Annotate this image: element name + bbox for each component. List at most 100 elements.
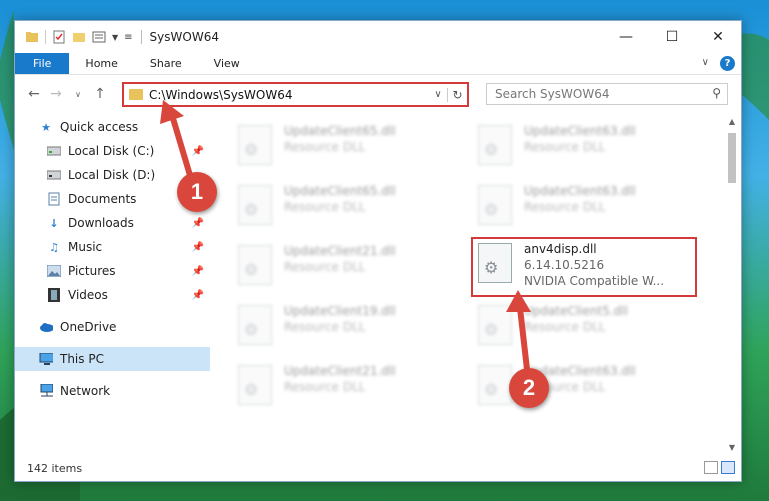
- dll-file-icon: ⚙: [478, 185, 512, 225]
- computer-icon: [39, 352, 53, 366]
- properties-icon[interactable]: [52, 30, 66, 44]
- up-arrow-icon[interactable]: ↑: [89, 86, 111, 102]
- gear-icon: ⚙: [484, 200, 499, 219]
- sidebar-item-label: This PC: [60, 352, 104, 366]
- sidebar-item-pictures[interactable]: Pictures 📌: [15, 259, 210, 283]
- dll-file-icon: ⚙: [238, 125, 272, 165]
- close-button[interactable]: ✕: [695, 21, 741, 53]
- sidebar-item-onedrive[interactable]: OneDrive: [15, 315, 210, 339]
- search-placeholder: Search SysWOW64: [495, 87, 610, 101]
- file-type: Resource DLL: [524, 320, 606, 334]
- file-name: UpdateClient63.dll: [524, 184, 636, 198]
- file-item[interactable]: ⚙ UpdateClient5.dll Resource DLL: [478, 303, 698, 355]
- network-icon: [39, 384, 53, 398]
- videos-icon: [47, 288, 61, 302]
- gear-icon: ⚙: [484, 380, 499, 399]
- file-name: UpdateClient21.dll: [284, 364, 396, 378]
- dll-file-icon: ⚙: [238, 365, 272, 405]
- forward-arrow-icon[interactable]: →: [45, 86, 67, 102]
- folder-icon[interactable]: [25, 30, 39, 44]
- address-bar[interactable]: C:\Windows\SysWOW64 ∨ ↻: [122, 82, 469, 107]
- view-switcher: [704, 461, 735, 474]
- sidebar-item-music[interactable]: ♫ Music 📌: [15, 235, 210, 259]
- ribbon-tabs: File Home Share View ∨ ?: [15, 53, 741, 75]
- sidebar-item-label: Downloads: [68, 216, 134, 230]
- drive-icon: [47, 168, 61, 182]
- file-item[interactable]: ⚙ UpdateClient65.dll Resource DLL: [238, 123, 458, 175]
- gear-icon: ⚙: [244, 380, 259, 399]
- file-item[interactable]: ⚙ UpdateClient21.dll Resource DLL: [238, 243, 458, 295]
- details-view-icon[interactable]: [704, 461, 718, 474]
- sidebar-item-videos[interactable]: Videos 📌: [15, 283, 210, 307]
- new-folder-icon[interactable]: [72, 30, 86, 44]
- tab-home[interactable]: Home: [69, 53, 133, 74]
- search-input[interactable]: Search SysWOW64 ⚲: [486, 83, 728, 105]
- chevron-down-icon[interactable]: ▼: [112, 33, 118, 42]
- file-type: Resource DLL: [284, 140, 366, 154]
- file-type: Resource DLL: [524, 200, 606, 214]
- folder-icon: [129, 89, 143, 100]
- customize-toolbar-icon[interactable]: [92, 30, 106, 44]
- music-icon: ♫: [49, 240, 59, 254]
- file-item[interactable]: ⚙ UpdateClient21.dll Resource DLL: [238, 363, 458, 415]
- back-arrow-icon[interactable]: ←: [23, 86, 45, 102]
- tab-view[interactable]: View: [198, 53, 256, 74]
- gear-icon: ⚙: [484, 320, 499, 339]
- sidebar-item-label: Music: [68, 240, 103, 254]
- sidebar-item-label: Quick access: [60, 120, 139, 134]
- address-path[interactable]: C:\Windows\SysWOW64: [149, 88, 429, 102]
- pictures-icon: [47, 264, 61, 278]
- quick-access-toolbar: ▼ ≡: [15, 30, 133, 44]
- step-badge-2: 2: [509, 368, 549, 408]
- vertical-scrollbar[interactable]: ▲ ▼: [725, 115, 739, 455]
- dll-file-icon: ⚙: [238, 305, 272, 345]
- drive-icon: [47, 144, 61, 158]
- tab-share[interactable]: Share: [134, 53, 198, 74]
- sidebar-item-quick-access[interactable]: ★ Quick access: [15, 115, 210, 139]
- scroll-down-icon[interactable]: ▼: [725, 441, 739, 455]
- sidebar-item-label: Local Disk (C:): [68, 144, 155, 158]
- search-icon[interactable]: ⚲: [712, 86, 721, 100]
- expand-ribbon-icon[interactable]: ∨: [702, 57, 709, 68]
- file-name: UpdateClient19.dll: [284, 304, 396, 318]
- sidebar-item-label: Local Disk (D:): [68, 168, 156, 182]
- file-type: Resource DLL: [284, 320, 366, 334]
- sidebar-item-local-disk-c[interactable]: Local Disk (C:) 📌: [15, 139, 210, 163]
- scroll-up-icon[interactable]: ▲: [725, 115, 739, 129]
- pin-icon: 📌: [191, 241, 204, 253]
- sidebar-item-downloads[interactable]: ↓ Downloads 📌: [15, 211, 210, 235]
- sidebar-item-label: Pictures: [68, 264, 116, 278]
- sidebar-item-network[interactable]: Network: [15, 379, 210, 403]
- help-icon[interactable]: ?: [720, 56, 735, 71]
- gear-icon: ⚙: [484, 140, 499, 159]
- recent-locations-icon[interactable]: ∨: [67, 90, 89, 99]
- file-item[interactable]: ⚙ UpdateClient19.dll Resource DLL: [238, 303, 458, 355]
- file-type: Resource DLL: [284, 260, 366, 274]
- item-count: 142 items: [27, 461, 83, 475]
- sidebar-item-this-pc[interactable]: This PC: [15, 347, 210, 371]
- documents-icon: [47, 192, 61, 206]
- tab-file[interactable]: File: [15, 53, 70, 74]
- gear-icon: ⚙: [244, 140, 259, 159]
- navigation-pane: ★ Quick access Local Disk (C:) 📌 Local D…: [15, 115, 210, 445]
- pin-toolbar-icon[interactable]: ≡: [124, 32, 132, 43]
- refresh-icon[interactable]: ↻: [447, 87, 467, 102]
- highlight-box: [471, 237, 697, 297]
- scroll-thumb[interactable]: [728, 133, 736, 183]
- pin-icon: 📌: [191, 265, 204, 277]
- file-item[interactable]: ⚙ UpdateClient63.dll Resource DLL: [478, 183, 698, 235]
- address-dropdown-icon[interactable]: ∨: [429, 89, 447, 100]
- status-bar: 142 items: [15, 455, 741, 481]
- window-title: SysWOW64: [149, 30, 219, 44]
- file-name: UpdateClient65.dll: [284, 184, 396, 198]
- maximize-button[interactable]: ☐: [649, 21, 695, 53]
- minimize-button[interactable]: —: [603, 21, 649, 53]
- gear-icon: ⚙: [244, 260, 259, 279]
- dll-file-icon: ⚙: [478, 125, 512, 165]
- sidebar-item-label: Documents: [68, 192, 137, 206]
- file-item[interactable]: ⚙ UpdateClient65.dll Resource DLL: [238, 183, 458, 235]
- download-icon: ↓: [49, 216, 59, 230]
- dll-file-icon: ⚙: [478, 365, 512, 405]
- file-item[interactable]: ⚙ UpdateClient63.dll Resource DLL: [478, 123, 698, 175]
- large-icons-view-icon[interactable]: [721, 461, 735, 474]
